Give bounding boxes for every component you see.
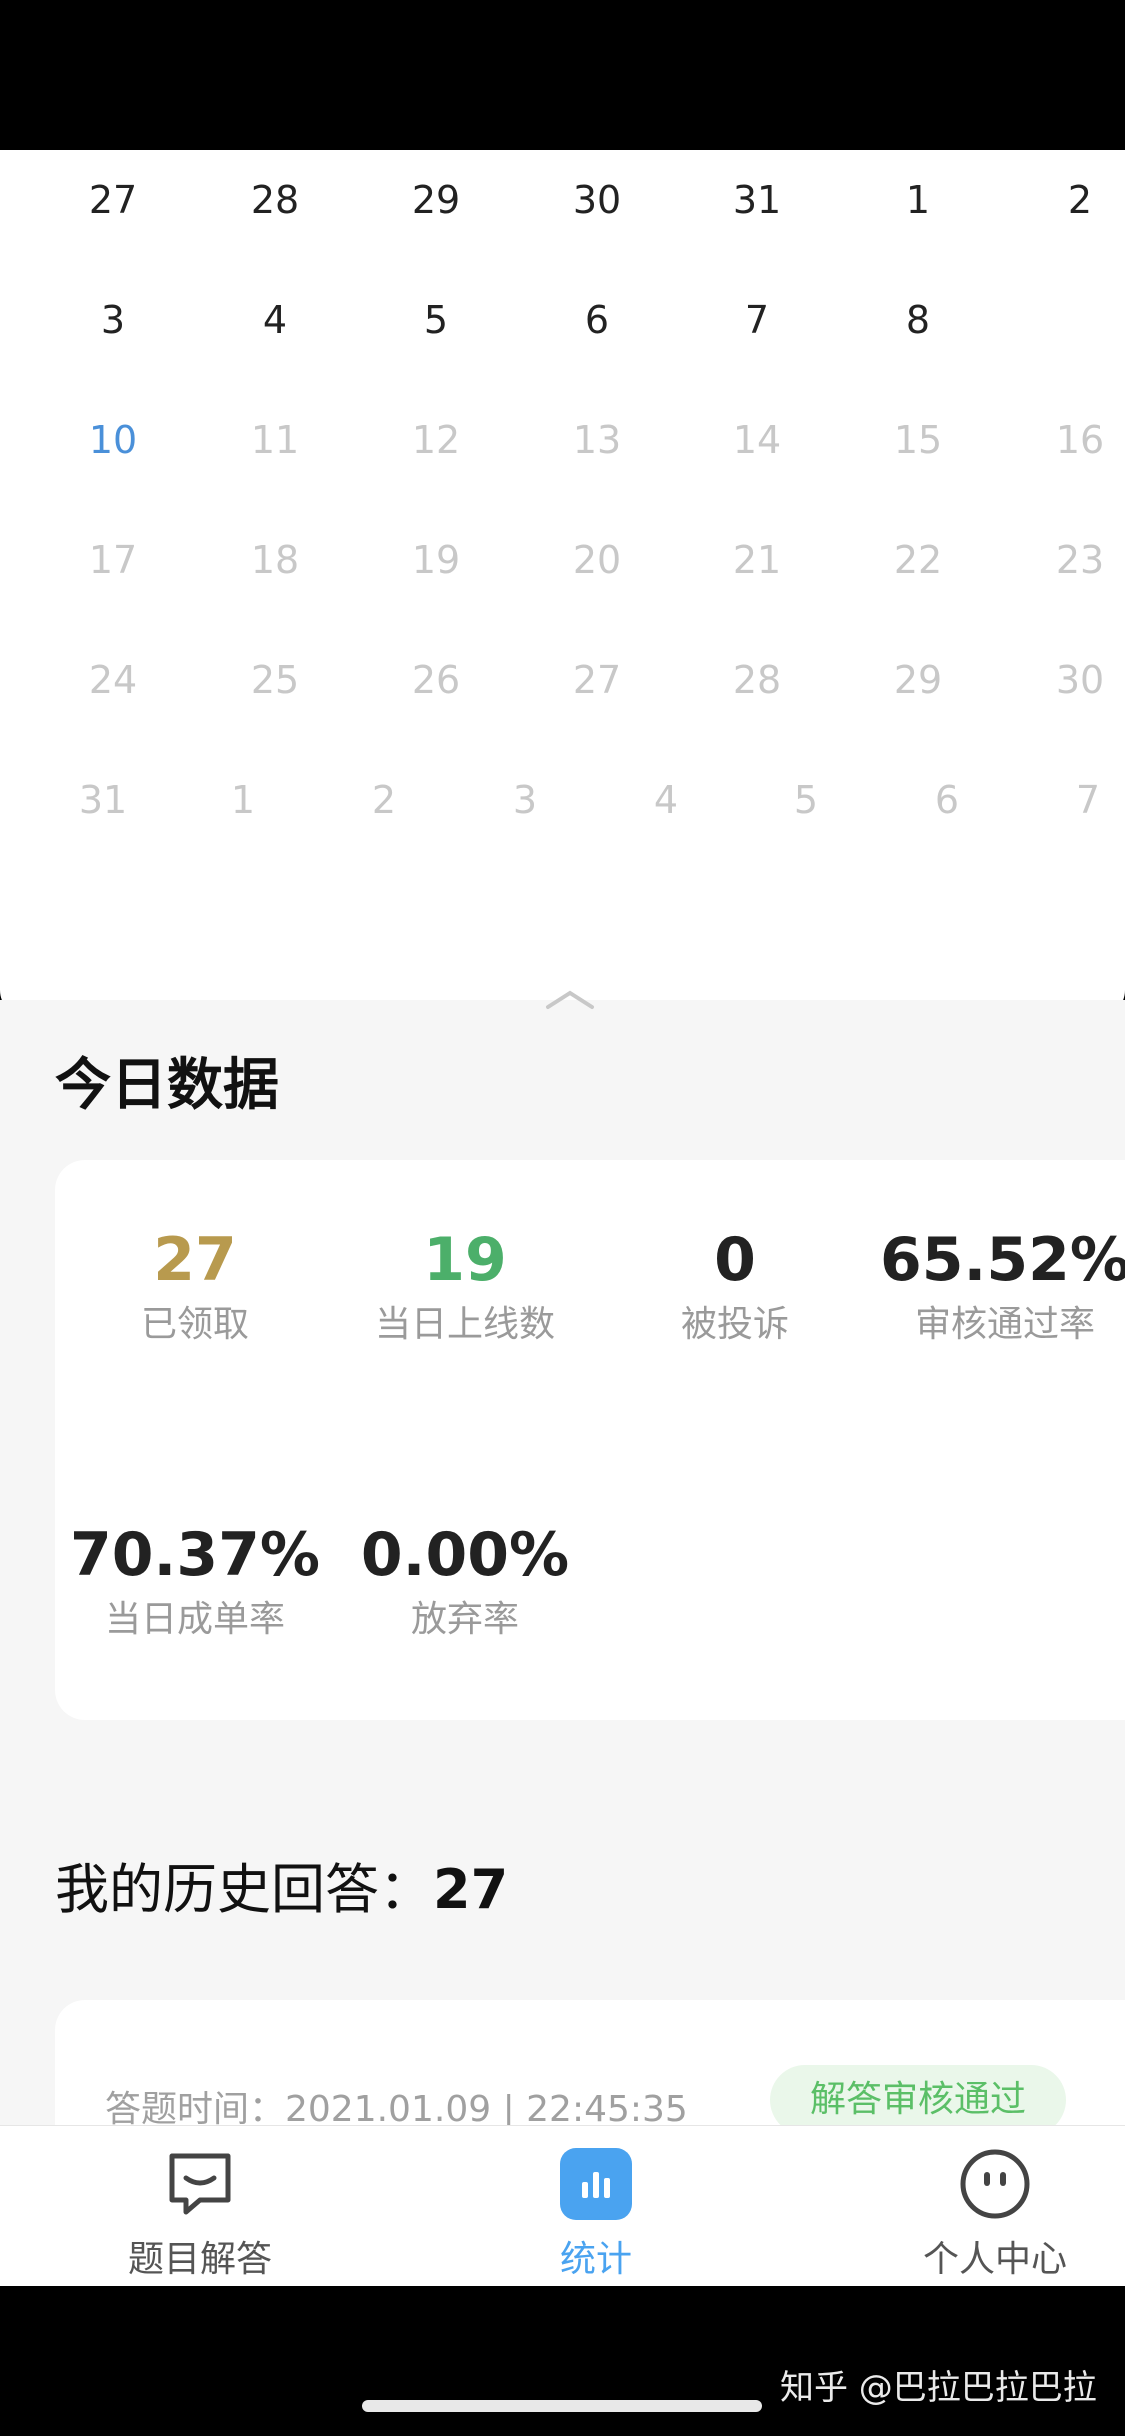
calendar-day[interactable]: 30 (1020, 640, 1125, 720)
calendar-day[interactable]: 26 (376, 640, 496, 720)
calendar-day[interactable]: 13 (537, 400, 657, 480)
calendar-day[interactable]: 3 (53, 280, 173, 360)
home-indicator[interactable] (362, 2400, 762, 2412)
calendar-day[interactable]: 2 (1020, 160, 1125, 240)
stat-value: 70.37% (70, 1520, 320, 1590)
calendar-day[interactable]: 28 (697, 640, 817, 720)
today-data-title: 今日数据 (55, 1053, 279, 1118)
calendar-day[interactable]: 5 (376, 280, 496, 360)
calendar-day[interactable]: 30 (537, 160, 657, 240)
calendar-day[interactable]: 22 (858, 520, 978, 600)
stat-order-rate: 70.37% 当日成单率 (55, 1515, 335, 1645)
calendar-day[interactable]: 20 (537, 520, 657, 600)
calendar-day[interactable]: 12 (376, 400, 496, 480)
stat-label: 当日上线数 (374, 1304, 555, 1345)
calendar-day[interactable]: 17 (53, 520, 173, 600)
calendar-day[interactable]: 19 (376, 520, 496, 600)
calendar-day-selected[interactable]: 9 (1020, 270, 1125, 370)
tab-question-answer[interactable]: 题目解答 (70, 2144, 330, 2284)
calendar-day[interactable]: 8 (858, 280, 978, 360)
calendar-day[interactable]: 2 (324, 760, 444, 840)
calendar: 27 28 29 30 31 1 2 3 4 5 6 7 8 9 10 11 12 13 14 15 16 17 18 19 2… (0, 150, 1125, 1018)
calendar-week-row: 27 28 29 30 31 1 2 (0, 160, 1125, 240)
calendar-week-row: 10 11 12 13 14 15 16 (0, 400, 1125, 480)
calendar-week-row: 3456789 (0, 270, 1125, 370)
stat-label: 当日成单率 (104, 1599, 285, 1640)
calendar-week-row: 17 18 19 20 21 22 23 (0, 520, 1125, 600)
calendar-day[interactable]: 6 (537, 280, 657, 360)
calendar-day[interactable]: 29 (376, 160, 496, 240)
calendar-day[interactable]: 29 (858, 640, 978, 720)
chat-bubble-icon (169, 2153, 231, 2215)
stats-card: 27 已领取 19 当日上线数 0 被投诉 65.52% 审核通过率 70.37… (55, 1160, 1125, 1720)
calendar-day[interactable]: 3 (465, 760, 585, 840)
stat-abandon-rate: 0.00% 放弃率 (325, 1515, 605, 1645)
calendar-day[interactable]: 7 (1028, 760, 1125, 840)
watermark: 知乎 @巴拉巴拉巴拉 (780, 2368, 1097, 2408)
calendar-week-row: 24 25 26 27 28 29 30 (0, 640, 1125, 720)
calendar-day[interactable]: 11 (215, 400, 335, 480)
calendar-day[interactable]: 31 (43, 760, 163, 840)
stat-value: 0.00% (360, 1520, 570, 1590)
history-title-label: 我的历史回答： (55, 1858, 433, 1921)
stat-label: 审核通过率 (914, 1304, 1095, 1345)
calendar-day[interactable]: 4 (606, 760, 726, 840)
tab-statistics[interactable]: 统计 (466, 2144, 726, 2284)
stat-label: 放弃率 (410, 1599, 519, 1640)
calendar-day[interactable]: 14 (697, 400, 817, 480)
calendar-day[interactable]: 4 (215, 280, 335, 360)
stat-value: 27 (153, 1225, 237, 1295)
tab-label: 题目解答 (127, 2239, 272, 2280)
stat-label: 被投诉 (680, 1304, 789, 1345)
calendar-day[interactable]: 21 (697, 520, 817, 600)
calendar-day[interactable]: 5 (746, 760, 866, 840)
calendar-day[interactable]: 7 (697, 280, 817, 360)
calendar-week-row: 31 1 2 3 4 5 6 7 (0, 760, 1125, 840)
calendar-day[interactable]: 23 (1020, 520, 1125, 600)
calendar-day[interactable]: 31 (697, 160, 817, 240)
stat-online-count: 19 当日上线数 (325, 1220, 605, 1350)
face-icon (960, 2149, 1030, 2219)
bar-chart-icon (560, 2148, 632, 2220)
collapse-chevron-icon[interactable] (540, 985, 600, 1015)
calendar-day[interactable]: 27 (53, 160, 173, 240)
bottom-tab-bar: 题目解答 统计 个人中心 (0, 2125, 1125, 2286)
calendar-day[interactable]: 25 (215, 640, 335, 720)
calendar-day[interactable]: 6 (887, 760, 1007, 840)
stat-value: 65.52% (880, 1225, 1125, 1295)
stat-value: 0 (714, 1225, 756, 1295)
calendar-day[interactable]: 10 (53, 400, 173, 480)
stat-claimed: 27 已领取 (55, 1220, 335, 1350)
tab-label: 个人中心 (922, 2239, 1067, 2280)
calendar-day[interactable]: 24 (53, 640, 173, 720)
history-count: 27 (433, 1858, 509, 1921)
calendar-day[interactable]: 15 (858, 400, 978, 480)
calendar-day[interactable]: 18 (215, 520, 335, 600)
calendar-day[interactable]: 16 (1020, 400, 1125, 480)
app-screen: 27 28 29 30 31 1 2 3 4 5 6 7 8 9 10 11 12 13 14 15 16 17 18 19 2… (0, 0, 1125, 2436)
history-title: 我的历史回答：27 (55, 1845, 508, 1924)
calendar-day[interactable]: 27 (537, 640, 657, 720)
tab-profile[interactable]: 个人中心 (865, 2144, 1125, 2284)
tab-label: 统计 (559, 2239, 632, 2280)
calendar-day[interactable]: 1 (858, 160, 978, 240)
calendar-day[interactable]: 1 (183, 760, 303, 840)
calendar-day[interactable]: 28 (215, 160, 335, 240)
stat-value: 19 (423, 1225, 507, 1295)
stat-label: 已领取 (140, 1304, 249, 1345)
stat-approval-rate: 65.52% 审核通过率 (865, 1220, 1125, 1350)
stat-complaints: 0 被投诉 (595, 1220, 875, 1350)
